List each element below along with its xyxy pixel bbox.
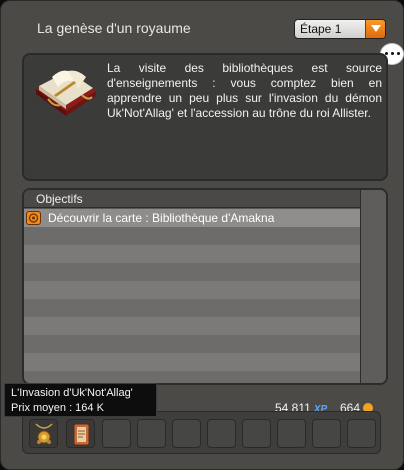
reward-slot-empty bbox=[312, 419, 341, 448]
item-tooltip: L'Invasion d'Uk'Not'Allag' Prix moyen : … bbox=[4, 383, 157, 417]
reward-slot-empty bbox=[242, 419, 271, 448]
step-dropdown-value: Étape 1 bbox=[300, 22, 342, 36]
objective-row-empty bbox=[24, 227, 360, 245]
objective-label: Découvrir la carte : Bibliothèque d'Amak… bbox=[48, 211, 275, 225]
objectives-header-label: Objectifs bbox=[36, 192, 83, 206]
reward-slot-empty bbox=[102, 419, 131, 448]
reward-slot-empty bbox=[207, 419, 236, 448]
tooltip-price: Prix moyen : 164 K bbox=[11, 402, 104, 414]
reward-slot-pendant[interactable] bbox=[29, 419, 58, 448]
window-header: La genèse d'un royaume Étape 1 bbox=[1, 1, 404, 53]
quest-title: La genèse d'un royaume bbox=[37, 20, 191, 36]
objectives-panel: Objectifs Découvrir la carte : Bibliothè… bbox=[22, 188, 388, 385]
objective-row-empty bbox=[24, 263, 360, 281]
reward-slot-empty bbox=[172, 419, 201, 448]
description-panel: La visite des bibliothèques est source d… bbox=[22, 53, 388, 181]
objective-row[interactable]: Découvrir la carte : Bibliothèque d'Amak… bbox=[24, 209, 360, 227]
pendant-icon bbox=[35, 423, 53, 444]
reward-items-bar bbox=[22, 411, 381, 454]
reward-slot-empty bbox=[277, 419, 306, 448]
reward-slot-scroll[interactable] bbox=[66, 419, 95, 448]
reward-slot-empty bbox=[137, 419, 166, 448]
objective-row-empty bbox=[24, 281, 360, 299]
reward-slot-empty bbox=[347, 419, 376, 448]
objectives-header: Objectifs bbox=[24, 190, 360, 208]
quest-description: La visite des bibliothèques est source d… bbox=[107, 61, 382, 120]
step-dropdown[interactable]: Étape 1 bbox=[294, 19, 386, 39]
book-icon bbox=[30, 59, 100, 119]
quest-window: La genèse d'un royaume Étape 1 La visite… bbox=[0, 0, 404, 470]
objectives-side-column bbox=[360, 190, 386, 383]
chevron-down-icon[interactable] bbox=[365, 20, 385, 38]
target-icon[interactable] bbox=[26, 211, 41, 225]
objective-row-empty bbox=[24, 335, 360, 353]
objective-row-empty bbox=[24, 353, 360, 371]
scroll-icon bbox=[73, 423, 90, 446]
tooltip-item-name: L'Invasion d'Uk'Not'Allag' bbox=[11, 387, 133, 399]
objective-row-empty bbox=[24, 317, 360, 335]
objective-row-empty bbox=[24, 299, 360, 317]
objectives-list: Découvrir la carte : Bibliothèque d'Amak… bbox=[24, 209, 360, 383]
objective-row-empty bbox=[24, 245, 360, 263]
